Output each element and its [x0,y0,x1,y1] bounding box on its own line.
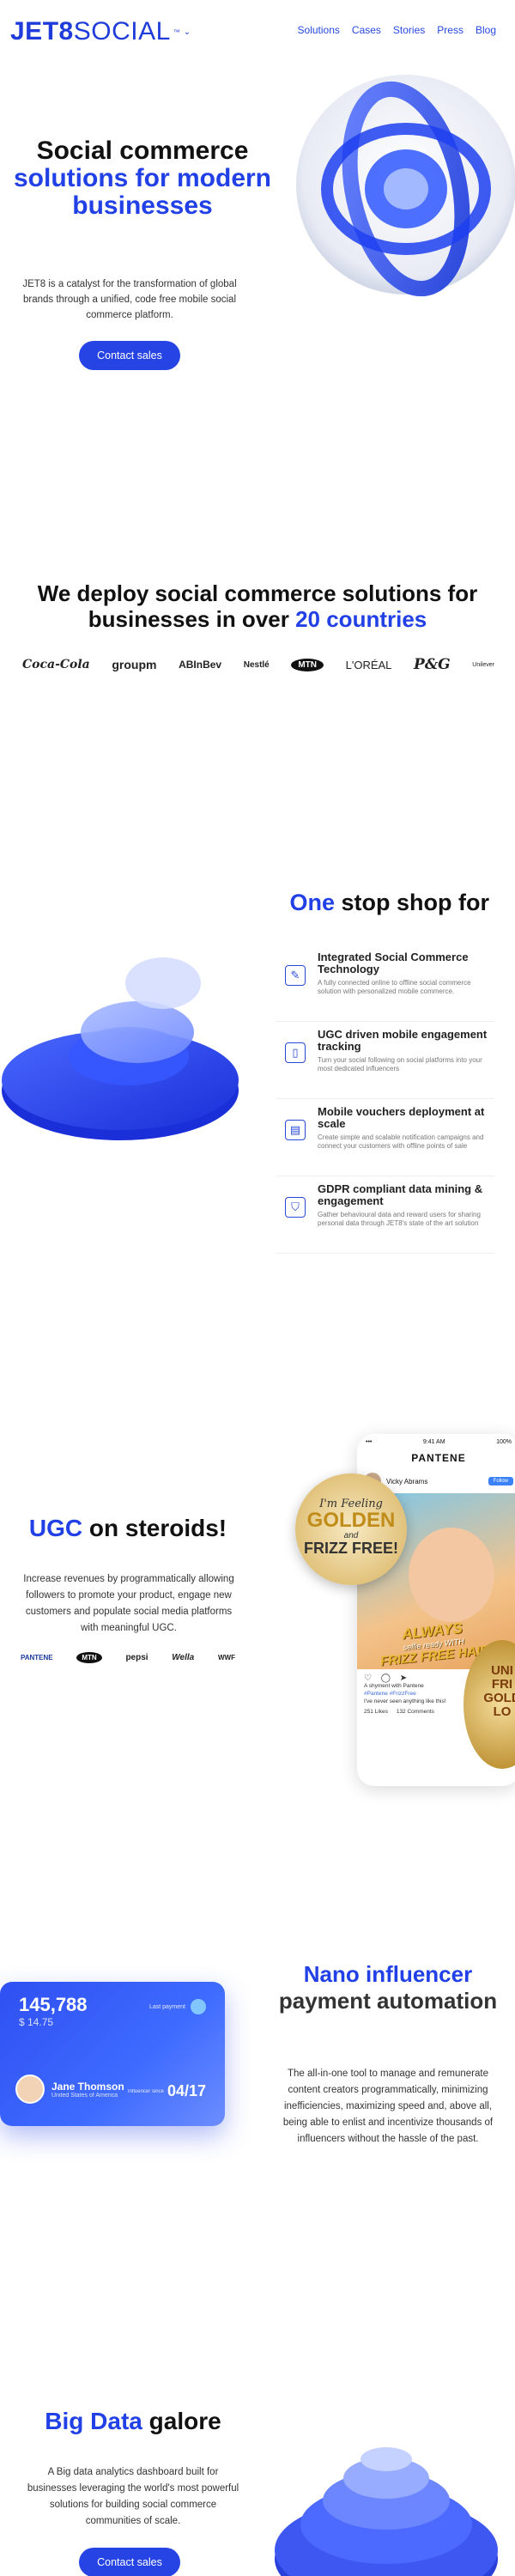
logo-mtn: MTN [291,658,324,671]
big-data-title: Big Data galore [17,2409,249,2434]
feature-list: ✎ Integrated Social Commerce Technology … [276,945,494,1254]
nav-cases[interactable]: Cases [352,24,381,36]
one-stop-title: One stop shop for [290,890,490,916]
logo-unilever: Unilever [472,661,494,668]
hero-rings-illustration [296,75,515,297]
phone-status-bar: ••• 9:41 AM 100% [366,1439,512,1445]
one-stop-title-blue: One [289,890,336,915]
hero-title: Social commerce solutions for modern bus… [14,137,271,220]
logo-pg: P&G [414,656,451,673]
page: JET8SOCIAL ™ ⌄ Solutions Cases Stories P… [0,0,515,2576]
nav-solutions[interactable]: Solutions [298,24,340,36]
golden-promo-badge: I'm Feeling GOLDEN and FRIZZ FREE! [295,1473,407,1585]
big-data-description: A Big data analytics dashboard built for… [27,2467,239,2526]
card-holder-country: United States of America [52,2092,118,2099]
logo-trademark: ™ [173,27,180,36]
feature-description: Create simple and scalable notification … [318,1133,484,1150]
post-comments: 132 Comments [396,1709,434,1715]
logo-nestle: Nestlé [243,659,270,670]
nav-blog[interactable]: Blog [476,24,496,36]
phone-time: 9:41 AM [422,1439,445,1445]
phone-brand: PANTENE [411,1452,466,1464]
jet8-logo[interactable]: JET8SOCIAL ™ ⌄ [10,17,191,46]
feature-title: Mobile vouchers deployment at scale [318,1105,485,1130]
logo-groupm: groupm [112,658,157,671]
card-influencer-since: Influencer since 04/17 [127,2082,206,2099]
main-nav: Solutions Cases Stories Press Blog [298,24,496,36]
logo-light: SOCIAL [73,17,171,46]
logo-pantene: PANTENE [21,1654,53,1662]
ugc-title-rest: on steroids! [82,1515,227,1541]
deploy-title: We deploy social commerce solutions for … [9,580,506,632]
post-username: Vicky Abrams [386,1477,428,1485]
hero-contact-sales-button[interactable]: Contact sales [79,341,180,370]
ugc-client-logos: PANTENE MTN pepsi Wella WWF [21,1652,235,1663]
post-likes: 251 Likes [364,1709,388,1715]
big-data-title-blue: Big Data [45,2408,142,2434]
phone-battery: 100% [496,1439,512,1445]
logo-bold: JET8 [10,17,74,46]
payment-card: 145,788 $ 14.75 Last payment Jane Thomso… [0,1982,225,2126]
logo-wwf: WWF [217,1654,235,1662]
hero-title-line1: Social commerce [36,137,249,165]
big-data-title-rest: galore [142,2408,221,2434]
payment-status-icon [191,1999,206,2014]
feature-title: Integrated Social Commerce Technology [318,951,469,975]
feature-title: GDPR compliant data mining & engagement [318,1182,483,1207]
feature-item: ▯ UGC driven mobile engagement tracking … [276,1022,494,1099]
logo-cocacola: Coca-Cola [22,658,90,671]
card-sub-amount: $ 14.75 [19,2016,54,2028]
nav-press[interactable]: Press [437,24,464,36]
feature-item: ▤ Mobile vouchers deployment at scale Cr… [276,1099,494,1176]
nano-title-blue: Nano influencer [303,1961,473,1987]
avatar [15,2075,45,2104]
hero-description: JET8 is a catalyst for the transformatio… [22,279,237,320]
logo-wella: Wella [172,1653,195,1662]
nano-title: Nano influencer payment automation [273,1961,503,2014]
chevron-down-icon: ⌄ [183,27,191,37]
card-last-payment: Last payment [149,1999,206,2014]
nav-stories[interactable]: Stories [393,24,425,36]
feature-description: Gather behavioural data and reward users… [318,1211,481,1227]
phone-icon: ▯ [285,1042,306,1063]
voucher-icon: ▤ [285,1120,306,1140]
ugc-title: UGC on steroids! [21,1516,235,1541]
card-holder-name: Jane Thomson [52,2080,124,2093]
big-data-contact-sales-button[interactable]: Contact sales [79,2548,180,2576]
deploy-title-countries: 20 countries [295,606,427,632]
hero-title-blue: solutions for modern businesses [14,164,271,220]
logo-loreal: L'ORÉAL [345,658,392,671]
one-stop-title-rest: stop shop for [335,890,489,915]
follow-button[interactable]: Follow [488,1477,513,1485]
shield-icon: ⛉ [285,1197,306,1218]
nano-description: The all-in-one tool to manage and remune… [282,2069,494,2144]
pen-icon: ✎ [285,965,306,986]
feature-description: A fully connected online to offline soci… [318,979,471,995]
logo-pepsi: pepsi [125,1653,148,1662]
feature-item: ✎ Integrated Social Commerce Technology … [276,945,494,1022]
stacked-discs-illustration [2,957,239,1140]
stacked-tiers-illustration [275,2447,498,2576]
logo-abinbev: ABInBev [179,659,222,671]
feature-title: UGC driven mobile engagement tracking [318,1028,488,1053]
feature-description: Turn your social following on social pla… [318,1056,482,1072]
nano-title-rest: payment automation [278,1988,498,2014]
feature-item: ⛉ GDPR compliant data mining & engagemen… [276,1176,494,1254]
client-logos: Coca-Cola groupm ABInBev Nestlé MTN L'OR… [22,656,494,673]
ugc-description: Increase revenues by programmatically al… [23,1574,234,1633]
ugc-title-blue: UGC [28,1515,83,1541]
logo-mtn-small: MTN [76,1652,102,1663]
card-holder: Jane Thomson United States of America [15,2075,124,2104]
